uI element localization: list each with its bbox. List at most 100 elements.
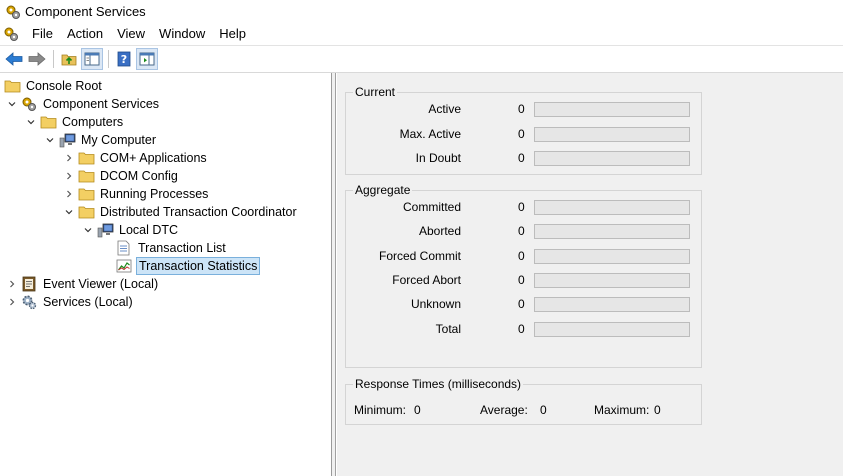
max-active-value: 0 bbox=[518, 127, 525, 141]
forced-abort-value: 0 bbox=[518, 273, 525, 287]
tree-item-running-processes[interactable]: Running Processes bbox=[63, 185, 210, 203]
committed-value: 0 bbox=[518, 200, 525, 214]
tree-item-computers[interactable]: Computers bbox=[25, 113, 125, 131]
current-group-title: Current bbox=[353, 85, 398, 99]
tree-item-label: My Computer bbox=[81, 133, 157, 147]
event-viewer-icon bbox=[21, 276, 38, 292]
forced-commit-bar bbox=[534, 249, 690, 264]
tree-item-label: Running Processes bbox=[100, 187, 209, 201]
menu-window[interactable]: Window bbox=[152, 23, 212, 45]
average-label: Average: bbox=[480, 403, 528, 417]
menu-view[interactable]: View bbox=[110, 23, 152, 45]
show-action-pane-icon bbox=[139, 52, 155, 66]
computer-icon bbox=[59, 132, 76, 148]
aborted-bar bbox=[534, 224, 690, 239]
help-button[interactable]: ? bbox=[113, 48, 135, 70]
transaction-statistics-panel: Current Active 0 Max. Active 0 In Doubt … bbox=[337, 73, 843, 476]
minimum-label: Minimum: bbox=[354, 403, 407, 417]
tree-item-label: Console Root bbox=[26, 79, 102, 93]
folder-icon bbox=[40, 114, 57, 130]
aggregate-group: Aggregate Committed 0 Aborted 0 Forced C… bbox=[345, 183, 702, 368]
forced-commit-value: 0 bbox=[518, 249, 525, 263]
response-times-group: Response Times (milliseconds) Minimum: 0… bbox=[345, 377, 702, 425]
computer-icon bbox=[97, 222, 114, 238]
tree-item-com-applications[interactable]: COM+ Applications bbox=[63, 149, 209, 167]
tree-item-services[interactable]: Services (Local) bbox=[6, 293, 135, 311]
tree-item-distributed-transaction-coordinator[interactable]: Distributed Transaction Coordinator bbox=[63, 203, 299, 221]
chevron-down-icon[interactable] bbox=[63, 203, 75, 221]
tree-item-label: Distributed Transaction Coordinator bbox=[100, 205, 297, 219]
forward-button[interactable] bbox=[26, 48, 48, 70]
chevron-right-icon[interactable] bbox=[63, 185, 75, 203]
average-value: 0 bbox=[540, 403, 547, 417]
tree-item-transaction-list[interactable]: Transaction List bbox=[116, 239, 228, 257]
tree-item-label: COM+ Applications bbox=[100, 151, 207, 165]
folder-icon bbox=[78, 168, 95, 184]
chart-icon bbox=[116, 258, 133, 274]
toolbar-separator bbox=[53, 50, 54, 68]
back-button[interactable] bbox=[3, 48, 25, 70]
unknown-value: 0 bbox=[518, 297, 525, 311]
chevron-right-icon[interactable] bbox=[6, 275, 18, 293]
menu-help[interactable]: Help bbox=[212, 23, 253, 45]
chevron-down-icon[interactable] bbox=[6, 95, 18, 113]
gear-icon bbox=[21, 294, 38, 310]
committed-label: Committed bbox=[402, 200, 461, 214]
max-active-label: Max. Active bbox=[399, 127, 461, 141]
show-hide-console-tree-icon bbox=[84, 52, 100, 66]
menu-file[interactable]: File bbox=[25, 23, 60, 45]
console-tree[interactable]: Console Root Component Services Computer… bbox=[0, 73, 332, 476]
committed-bar bbox=[534, 200, 690, 215]
active-bar bbox=[534, 102, 690, 117]
tree-item-label: Local DTC bbox=[119, 223, 179, 237]
aborted-label: Aborted bbox=[418, 224, 461, 238]
component-services-icon[interactable] bbox=[3, 26, 19, 42]
chevron-down-icon[interactable] bbox=[44, 131, 56, 149]
tree-item-transaction-statistics[interactable]: Transaction Statistics bbox=[116, 257, 261, 275]
menu-action[interactable]: Action bbox=[60, 23, 110, 45]
back-icon bbox=[5, 52, 23, 66]
up-one-level-button[interactable] bbox=[58, 48, 80, 70]
pane-splitter[interactable] bbox=[332, 73, 336, 476]
tree-item-label: Transaction List bbox=[138, 241, 226, 255]
unknown-label: Unknown bbox=[410, 297, 461, 311]
tree-item-component-services[interactable]: Component Services bbox=[6, 95, 161, 113]
show-hide-console-tree-button[interactable] bbox=[81, 48, 103, 70]
forced-abort-label: Forced Abort bbox=[392, 273, 461, 287]
active-value: 0 bbox=[518, 102, 525, 116]
svg-text:?: ? bbox=[121, 53, 127, 66]
tree-item-label: Computers bbox=[62, 115, 124, 129]
tree-item-dcom-config[interactable]: DCOM Config bbox=[63, 167, 180, 185]
chevron-right-icon[interactable] bbox=[63, 149, 75, 167]
tree-item-label: Event Viewer (Local) bbox=[43, 277, 159, 291]
maximum-label: Maximum: bbox=[594, 403, 650, 417]
chevron-down-icon[interactable] bbox=[82, 221, 94, 239]
chevron-down-icon[interactable] bbox=[25, 113, 37, 131]
in-doubt-value: 0 bbox=[518, 151, 525, 165]
total-bar bbox=[534, 322, 690, 337]
forced-commit-label: Forced Commit bbox=[378, 249, 461, 263]
forward-icon bbox=[28, 52, 46, 66]
aggregate-group-title: Aggregate bbox=[353, 183, 413, 197]
unknown-bar bbox=[534, 297, 690, 312]
response-times-group-title: Response Times (milliseconds) bbox=[353, 377, 524, 391]
total-value: 0 bbox=[518, 322, 525, 336]
active-label: Active bbox=[428, 102, 461, 116]
tree-item-event-viewer[interactable]: Event Viewer (Local) bbox=[6, 275, 160, 293]
tree-item-my-computer[interactable]: My Computer bbox=[44, 131, 158, 149]
folder-icon bbox=[78, 186, 95, 202]
up-folder-icon bbox=[61, 54, 77, 66]
in-doubt-label: In Doubt bbox=[415, 151, 461, 165]
minimum-value: 0 bbox=[414, 403, 421, 417]
maximum-value: 0 bbox=[654, 403, 661, 417]
chevron-right-icon[interactable] bbox=[63, 167, 75, 185]
tree-item-console-root[interactable]: Console Root bbox=[4, 77, 104, 95]
list-icon bbox=[116, 240, 133, 256]
folder-icon bbox=[78, 204, 95, 220]
folder-icon bbox=[78, 150, 95, 166]
tree-item-local-dtc[interactable]: Local DTC bbox=[82, 221, 180, 239]
chevron-right-icon[interactable] bbox=[6, 293, 18, 311]
component-services-icon bbox=[6, 5, 20, 19]
show-hide-action-pane-button[interactable] bbox=[136, 48, 158, 70]
tree-item-label: Transaction Statistics bbox=[136, 257, 261, 275]
